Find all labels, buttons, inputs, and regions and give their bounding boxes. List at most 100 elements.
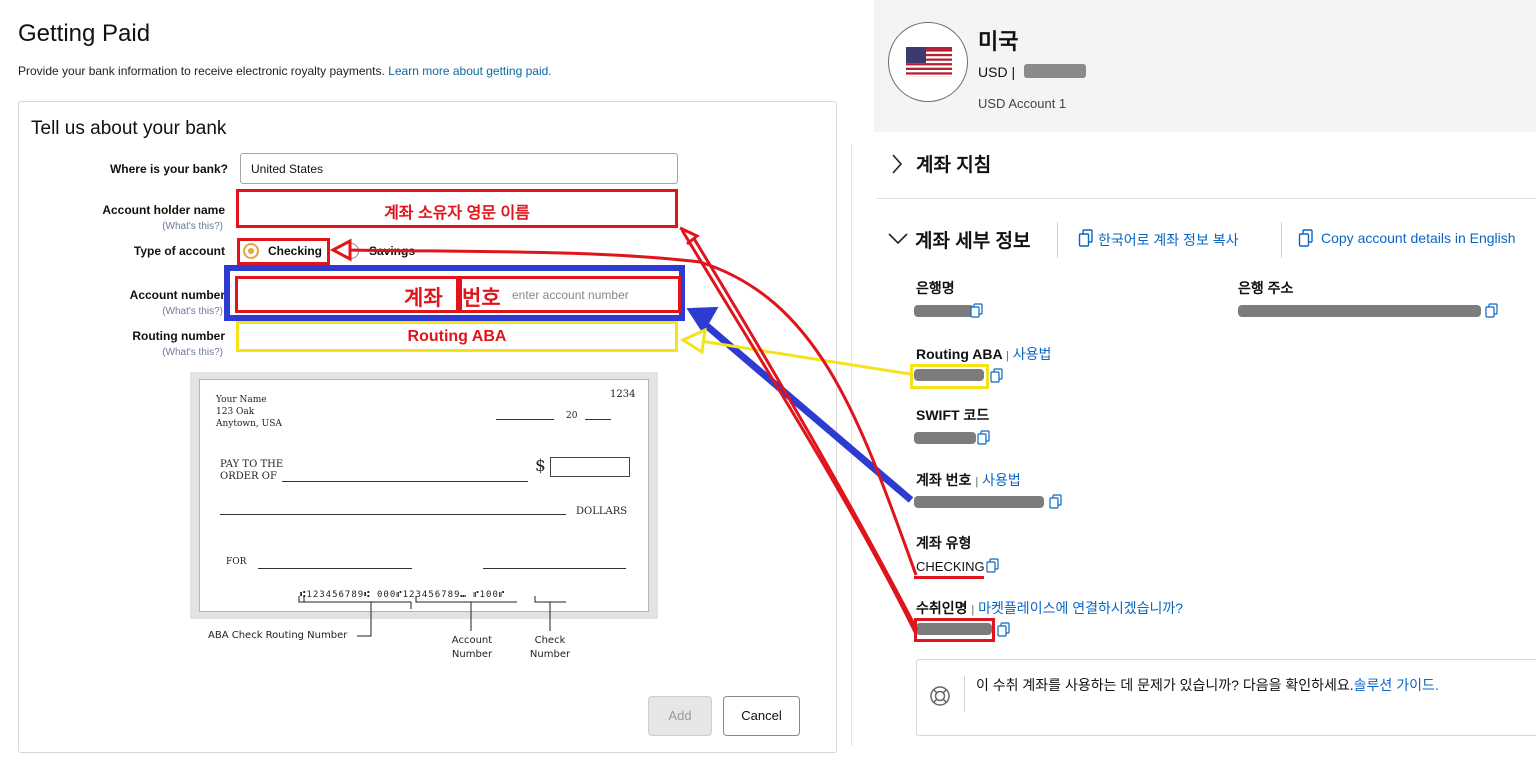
learn-more-link[interactable]: Learn more about getting paid. (388, 64, 551, 78)
copy-icon[interactable] (997, 622, 1010, 637)
us-flag-icon (888, 22, 968, 102)
account-name: USD Account 1 (978, 96, 1067, 111)
cheque-address-1: 123 Oak (216, 407, 255, 417)
copy-icon[interactable] (1485, 303, 1498, 318)
copy-icon (1078, 229, 1093, 247)
cheque-check-caption-2: Number (529, 649, 571, 660)
copy-english-link[interactable]: Copy account details in English (1321, 230, 1516, 246)
account-number-label: 계좌 번호 | 사용법 (916, 472, 1021, 488)
cheque-pay-line-2: ORDER OF (220, 471, 277, 482)
account-number-how-to-link[interactable]: 사용법 (982, 472, 1021, 488)
cheque-routing-caption: ABA Check Routing Number (208, 630, 348, 641)
chevron-right-icon (892, 154, 903, 174)
savings-radio[interactable] (343, 243, 359, 259)
copy-icon[interactable] (1049, 494, 1062, 509)
bank-name-label: 은행명 (916, 280, 955, 296)
payee-highlight (914, 618, 995, 642)
page-subtitle: Provide your bank information to receive… (18, 64, 552, 78)
routing-annotation: Routing ABA (407, 328, 507, 345)
cheque-number: 1234 (610, 389, 636, 400)
cancel-button[interactable]: Cancel (723, 696, 800, 736)
solution-guide-link[interactable]: 솔루션 가이드. (1354, 677, 1439, 693)
help-notice (916, 659, 1536, 736)
country-label: Where is your bank? (109, 162, 228, 176)
copy-icon (1298, 229, 1313, 247)
cheque-memo-line (258, 568, 412, 569)
number-whats-this-link[interactable]: (What's this?) (18, 306, 223, 317)
cheque-dollar-sign: $ (535, 456, 546, 476)
bank-country-select[interactable]: United States (240, 153, 678, 184)
cheque-year-line (585, 419, 611, 420)
redacted-swift (914, 432, 976, 444)
notice-message: 이 수취 계좌를 사용하는 데 문제가 있습니까? 다음을 확인하세요. (976, 677, 1354, 693)
copy-icon[interactable] (970, 303, 983, 318)
cheque-date-line (496, 419, 554, 420)
cheque-payee-line (282, 481, 528, 482)
cheque-name: Your Name (216, 395, 267, 405)
account-header (874, 0, 1536, 132)
swift-label: SWIFT 코드 (916, 407, 990, 423)
redacted-bank-address (1238, 305, 1481, 317)
payee-marketplace-link[interactable]: 마켓플레이스에 연결하시겠습니까? (978, 600, 1183, 616)
type-label: Type of account (133, 244, 225, 258)
routing-aba-label: Routing ABA | 사용법 (916, 346, 1052, 362)
number-label: Account number (129, 288, 225, 302)
account-type-value: CHECKING (916, 559, 985, 574)
cheque-year: 20 (566, 411, 578, 421)
copy-korean-link[interactable]: 한국어로 계좌 정보 복사 (1098, 230, 1238, 250)
cheque-for: FOR (226, 557, 247, 567)
copy-icon[interactable] (986, 558, 999, 573)
panel-divider (851, 144, 852, 746)
details-divider-2 (1281, 222, 1282, 258)
cheque-illustration: Your Name 123 Oak Anytown, USA 1234 20 P… (199, 379, 649, 612)
account-country: 미국 (978, 29, 1019, 54)
cheque-account-caption-1: Account (451, 635, 493, 646)
section-guide-title: 계좌 지침 (916, 155, 992, 176)
routing-whats-this-link[interactable]: (What's this?) (18, 347, 223, 358)
number-annotation-a: 계좌 (404, 287, 443, 310)
redacted-bank-name (914, 305, 974, 317)
page-title: Getting Paid (18, 20, 151, 47)
redacted-currency-balance (1024, 64, 1086, 78)
holder-whats-this-link[interactable]: (What's this?) (18, 221, 223, 232)
section-details-title: 계좌 세부 정보 (915, 231, 1031, 252)
details-divider-1 (1057, 222, 1058, 258)
copy-icon[interactable] (977, 430, 990, 445)
copy-icon[interactable] (990, 368, 1003, 383)
savings-label[interactable]: Savings (369, 244, 415, 258)
bank-panel-title: Tell us about your bank (31, 118, 227, 139)
cheque-dollars: DOLLARS (576, 506, 628, 517)
chevron-down-icon[interactable] (886, 231, 910, 247)
cheque-address-2: Anytown, USA (216, 419, 282, 429)
account-number-text: 계좌 번호 (916, 472, 972, 488)
add-button[interactable]: Add (648, 696, 712, 736)
subtitle-text: Provide your bank information to receive… (18, 64, 385, 78)
notice-divider (964, 676, 965, 712)
routing-aba-text: Routing ABA (916, 346, 1003, 362)
routing-label: Routing number (132, 329, 225, 343)
notice-text: 이 수취 계좌를 사용하는 데 문제가 있습니까? 다음을 확인하세요.솔루션 … (976, 674, 1516, 697)
cheque-pay-line-1: PAY TO THE (220, 459, 284, 470)
routing-how-to-link[interactable]: 사용법 (1013, 346, 1052, 362)
payee-text: 수취인명 (916, 600, 968, 616)
lifebuoy-icon (930, 686, 950, 706)
holder-annotation: 계좌 소유자 영문 이름 (384, 205, 530, 222)
section-divider (876, 198, 1536, 199)
payee-label: 수취인명 | 마켓플레이스에 연결하시겠습니까? (916, 600, 1184, 616)
routing-highlight (910, 364, 989, 389)
bank-address-label: 은행 주소 (1238, 280, 1294, 296)
cheque-signature-line (483, 568, 626, 569)
cheque-check-caption-1: Check (534, 635, 566, 646)
checking-label[interactable]: Checking (268, 244, 322, 258)
holder-label: Account holder name (102, 203, 225, 217)
number-annotation-b: 번호 (462, 287, 501, 310)
account-type-label: 계좌 유형 (916, 535, 972, 551)
cheque-micr-line: ⑆123456789⑆ 000⑈123456789⑉ ⑈100⑈ (300, 590, 506, 600)
account-type-underline (914, 576, 984, 579)
redacted-account-number (914, 496, 1044, 508)
cheque-dollars-line (220, 514, 566, 515)
account-currency: USD | (978, 64, 1016, 80)
checking-radio[interactable] (243, 243, 259, 259)
cheque-amount-box (550, 457, 630, 477)
cheque-account-caption-2: Number (451, 649, 493, 660)
